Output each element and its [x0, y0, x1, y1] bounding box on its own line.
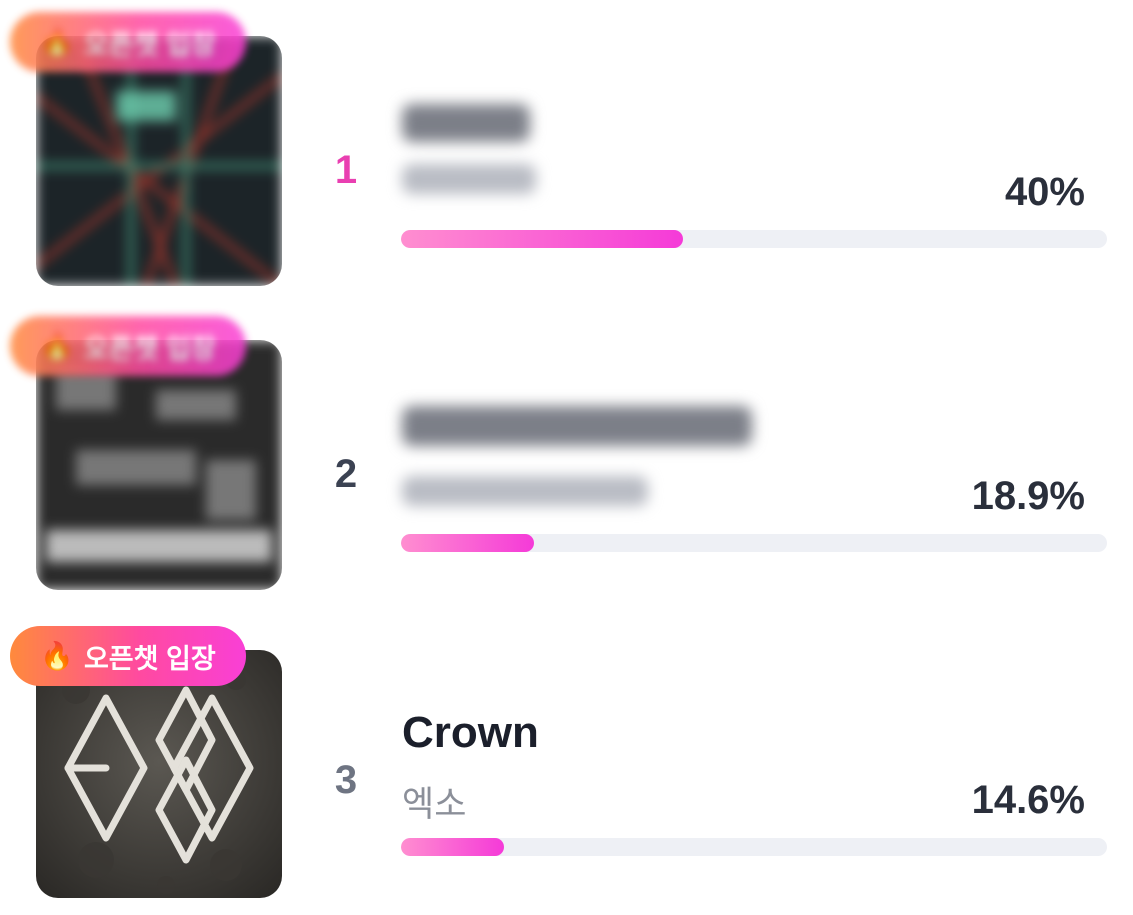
song-title-blurred [402, 104, 530, 142]
open-chat-badge[interactable]: 🔥 오픈챗 입장 [10, 12, 246, 72]
vote-progress-fill [401, 534, 535, 552]
album-cover[interactable] [36, 340, 282, 590]
ranking-item-1[interactable]: 🔥 오픈챗 입장 1 40% [0, 0, 1133, 300]
rank-number: 2 [334, 452, 358, 496]
badge-label: 오픈챗 입장 [83, 643, 216, 674]
vote-progress-fill [401, 838, 505, 856]
fire-icon: 🔥 [40, 641, 74, 671]
album-cover[interactable] [36, 36, 282, 286]
badge-label: 오픈챗 입장 [83, 333, 216, 364]
rank-number: 1 [334, 148, 358, 192]
artist-name-blurred [402, 476, 648, 506]
artist-name: 엑소 [402, 785, 467, 824]
vote-percent: 18.9% [971, 474, 1085, 518]
rank-number: 3 [334, 758, 358, 802]
album-cover[interactable] [36, 650, 282, 898]
vote-progress-bar [401, 230, 1107, 248]
vote-progress-fill [401, 230, 684, 248]
vote-percent: 40% [1004, 170, 1085, 214]
fire-icon: 🔥 [40, 27, 74, 57]
fire-icon: 🔥 [40, 331, 74, 361]
song-title-blurred [402, 406, 752, 446]
vote-progress-bar [401, 534, 1107, 552]
ranking-item-2[interactable]: 🔥 오픈챗 입장 2 18.9% [0, 304, 1133, 604]
vote-progress-bar [401, 838, 1107, 856]
song-title: Crown [402, 708, 539, 757]
ranking-item-3[interactable]: 🔥 오픈챗 입장 3 Crown 엑소 14.6% [0, 608, 1133, 908]
artist-name-blurred [402, 164, 536, 194]
open-chat-badge[interactable]: 🔥 오픈챗 입장 [10, 316, 246, 376]
vote-percent: 14.6% [971, 778, 1085, 822]
badge-label: 오픈챗 입장 [83, 29, 216, 60]
open-chat-badge[interactable]: 🔥 오픈챗 입장 [10, 626, 246, 686]
